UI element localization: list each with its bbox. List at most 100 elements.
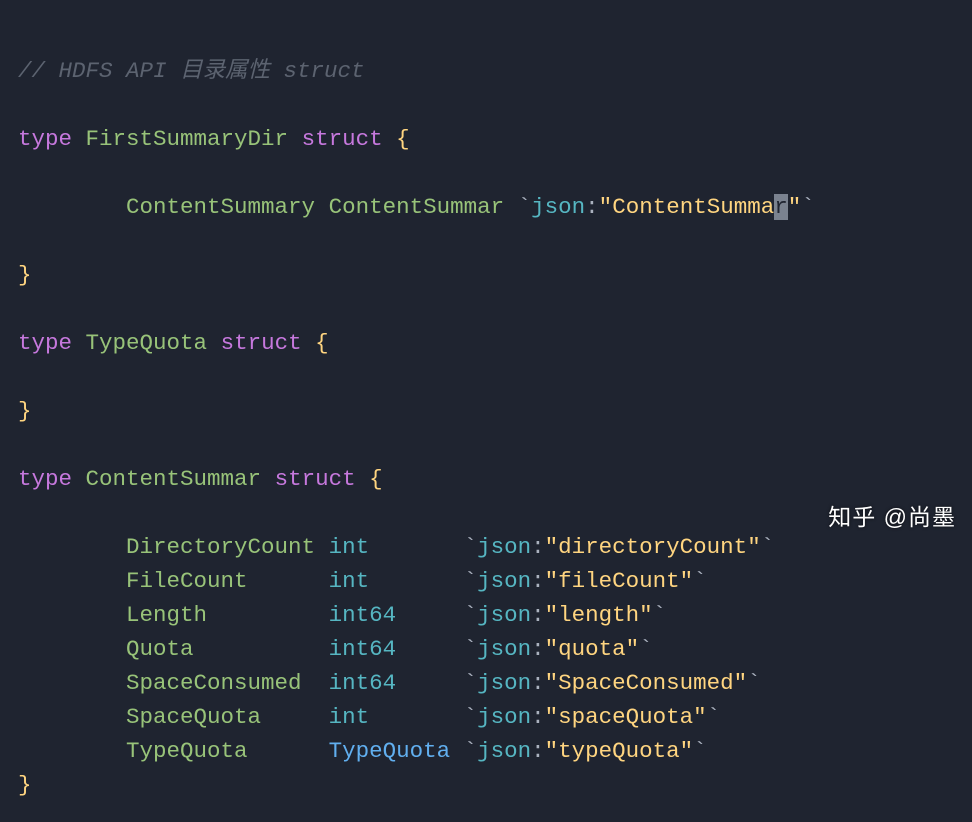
- tag-value: "directoryCount": [545, 534, 761, 560]
- brace-open: {: [369, 466, 383, 492]
- tag-tick: `: [693, 568, 707, 594]
- keyword-type: type: [18, 466, 72, 492]
- indent: [18, 738, 126, 764]
- tag-tick: `: [518, 194, 532, 220]
- tag-tick: `: [761, 534, 775, 560]
- field-type: int64: [329, 602, 464, 628]
- tag-value: "spaceQuota": [545, 704, 707, 730]
- indent: [18, 636, 126, 662]
- tag-key: json: [477, 602, 531, 628]
- type-name: FirstSummaryDir: [86, 126, 289, 152]
- code-line: SpaceQuota int `json:"spaceQuota"`: [18, 700, 954, 734]
- code-line: type FirstSummaryDir struct {: [18, 122, 954, 156]
- tag-key: json: [477, 534, 531, 560]
- tag-key: json: [531, 194, 585, 220]
- tag-tick: `: [693, 738, 707, 764]
- field-type: int: [329, 704, 464, 730]
- tag-tick: `: [747, 670, 761, 696]
- keyword-type: type: [18, 330, 72, 356]
- code-line: FileCount int `json:"fileCount"`: [18, 564, 954, 598]
- field-type: int: [329, 568, 464, 594]
- code-line: DirectoryCount int `json:"directoryCount…: [18, 530, 954, 564]
- field-name: Quota: [126, 636, 329, 662]
- cursor-highlight: r: [774, 194, 788, 220]
- tag-value: "length": [545, 602, 653, 628]
- tag-tick: `: [464, 568, 478, 594]
- brace-close: }: [18, 262, 32, 288]
- field-name: TypeQuota: [126, 738, 329, 764]
- indent: [18, 568, 126, 594]
- tag-tick: `: [707, 704, 721, 730]
- tag-tick: `: [464, 636, 478, 662]
- field-name: FileCount: [126, 568, 329, 594]
- code-line: Length int64 `json:"length"`: [18, 598, 954, 632]
- tag-colon: :: [585, 194, 599, 220]
- brace-open: {: [315, 330, 329, 356]
- indent: [18, 534, 126, 560]
- watermark: 知乎 @尚墨: [828, 500, 956, 534]
- tag-tick: `: [464, 670, 478, 696]
- keyword-struct: struct: [221, 330, 302, 356]
- code-line: // HDFS API 目录属性 struct: [18, 54, 954, 88]
- tag-colon: :: [531, 568, 545, 594]
- indent: [18, 602, 126, 628]
- indent: [18, 704, 126, 730]
- code-line: }: [18, 394, 954, 428]
- tag-colon: :: [531, 738, 545, 764]
- indent: [18, 194, 126, 220]
- code-line: }: [18, 258, 954, 292]
- brace-close: }: [18, 772, 32, 798]
- tag-colon: :: [531, 534, 545, 560]
- tag-colon: :: [531, 636, 545, 662]
- tag-value: ContentSumma: [612, 194, 774, 220]
- tag-tick: `: [464, 704, 478, 730]
- tag-tick: `: [801, 194, 815, 220]
- tag-tick: `: [464, 534, 478, 560]
- tag-key: json: [477, 636, 531, 662]
- code-block: // HDFS API 目录属性 struct type FirstSummar…: [0, 0, 972, 822]
- field-name: SpaceQuota: [126, 704, 329, 730]
- tag-quote: ": [788, 194, 802, 220]
- tag-key: json: [477, 738, 531, 764]
- code-line: }: [18, 768, 954, 802]
- brace-close: }: [18, 398, 32, 424]
- field-type: ContentSummar: [329, 194, 505, 220]
- type-name: TypeQuota: [86, 330, 208, 356]
- field-name: ContentSummary: [126, 194, 315, 220]
- tag-tick: `: [464, 738, 478, 764]
- field-type: TypeQuota: [329, 738, 464, 764]
- comment: // HDFS API 目录属性 struct: [18, 58, 365, 84]
- tag-key: json: [477, 670, 531, 696]
- code-line: type TypeQuota struct {: [18, 326, 954, 360]
- code-line: type ContentSummar struct {: [18, 462, 954, 496]
- brace-open: {: [396, 126, 410, 152]
- tag-tick: `: [464, 602, 478, 628]
- code-line: TypeQuota TypeQuota `json:"typeQuota"`: [18, 734, 954, 768]
- tag-colon: :: [531, 670, 545, 696]
- keyword-type: type: [18, 126, 72, 152]
- tag-quote: ": [599, 194, 613, 220]
- tag-colon: :: [531, 704, 545, 730]
- field-type: int64: [329, 670, 464, 696]
- tag-value: "fileCount": [545, 568, 694, 594]
- code-line: ContentSummary ContentSummar `json:"Cont…: [18, 190, 954, 224]
- tag-value: "quota": [545, 636, 640, 662]
- code-line: Quota int64 `json:"quota"`: [18, 632, 954, 666]
- field-type: int64: [329, 636, 464, 662]
- tag-key: json: [477, 704, 531, 730]
- tag-tick: `: [639, 636, 653, 662]
- field-type: int: [329, 534, 464, 560]
- keyword-struct: struct: [302, 126, 383, 152]
- tag-tick: `: [653, 602, 667, 628]
- tag-colon: :: [531, 602, 545, 628]
- code-line: SpaceConsumed int64 `json:"SpaceConsumed…: [18, 666, 954, 700]
- type-name: ContentSummar: [86, 466, 262, 492]
- tag-value: "SpaceConsumed": [545, 670, 748, 696]
- tag-key: json: [477, 568, 531, 594]
- field-name: Length: [126, 602, 329, 628]
- keyword-struct: struct: [275, 466, 356, 492]
- field-name: SpaceConsumed: [126, 670, 329, 696]
- indent: [18, 670, 126, 696]
- field-name: DirectoryCount: [126, 534, 329, 560]
- tag-value: "typeQuota": [545, 738, 694, 764]
